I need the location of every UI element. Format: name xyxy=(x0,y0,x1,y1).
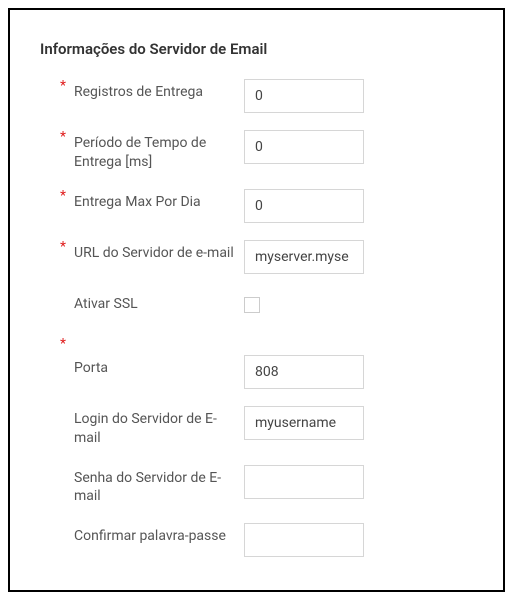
checkbox-enable-ssl[interactable] xyxy=(244,297,260,313)
label-enable-ssl: Ativar SSL xyxy=(74,288,234,314)
input-confirm-password[interactable] xyxy=(244,523,364,557)
row-delivery-period: * Período de Tempo de Entrega [ms] xyxy=(60,127,473,172)
required-marker-empty xyxy=(60,520,74,522)
input-max-per-day[interactable] xyxy=(244,189,364,223)
label-port: Porta xyxy=(74,352,234,378)
required-marker: * xyxy=(60,186,74,204)
label-delivery-period: Período de Tempo de Entrega [ms] xyxy=(74,127,234,172)
label-server-url: URL do Servidor de e-mail xyxy=(74,237,234,263)
input-password[interactable] xyxy=(244,465,364,499)
required-marker-empty xyxy=(60,403,74,405)
row-confirm-password: Confirmar palavra-passe xyxy=(60,520,473,557)
required-marker: * xyxy=(60,237,74,255)
section-title: Informações do Servidor de Email xyxy=(40,40,473,58)
required-marker-empty xyxy=(60,462,74,464)
label-max-per-day: Entrega Max Por Dia xyxy=(74,186,234,212)
row-password: Senha do Servidor de E-mail xyxy=(60,462,473,507)
row-port-required: * xyxy=(60,336,473,352)
required-marker-empty xyxy=(60,352,74,354)
required-marker: * xyxy=(60,336,74,352)
row-port: Porta xyxy=(60,352,473,389)
required-marker-empty xyxy=(60,288,74,290)
label-delivery-records: Registros de Entrega xyxy=(74,76,234,102)
required-marker: * xyxy=(60,127,74,145)
row-max-per-day: * Entrega Max Por Dia xyxy=(60,186,473,223)
label-confirm-password: Confirmar palavra-passe xyxy=(74,520,234,546)
row-login: Login do Servidor de E-mail xyxy=(60,403,473,448)
row-enable-ssl: Ativar SSL xyxy=(60,288,473,324)
label-login: Login do Servidor de E-mail xyxy=(74,403,234,448)
email-server-panel: Informações do Servidor de Email * Regis… xyxy=(8,8,505,592)
form-area: * Registros de Entrega * Período de Temp… xyxy=(40,76,473,557)
input-server-url[interactable] xyxy=(244,240,364,274)
input-delivery-period[interactable] xyxy=(244,130,364,164)
label-password: Senha do Servidor de E-mail xyxy=(74,462,234,507)
row-delivery-records: * Registros de Entrega xyxy=(60,76,473,113)
row-server-url: * URL do Servidor de e-mail xyxy=(60,237,473,274)
input-delivery-records[interactable] xyxy=(244,79,364,113)
input-port[interactable] xyxy=(244,355,364,389)
required-marker: * xyxy=(60,76,74,94)
input-login[interactable] xyxy=(244,406,364,440)
